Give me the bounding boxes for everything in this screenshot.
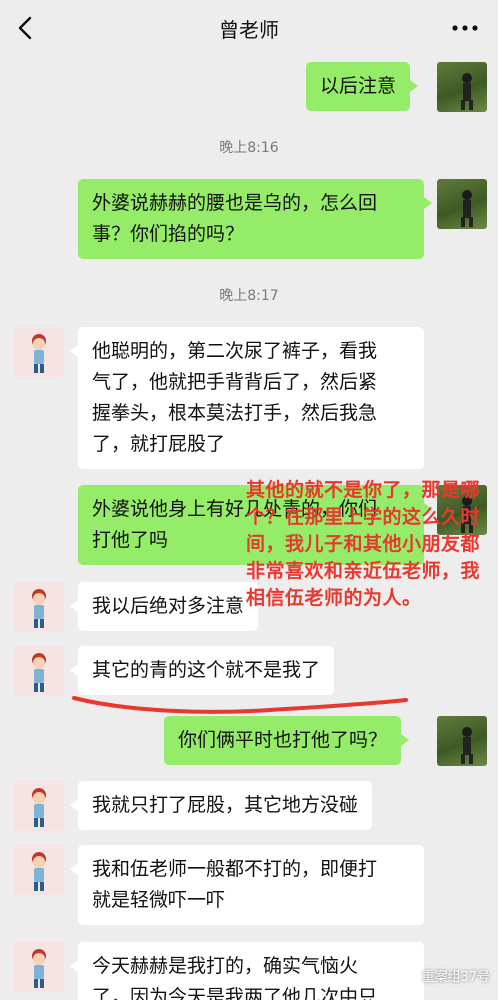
teacher-avatar[interactable] — [14, 327, 64, 377]
cartoon-girl-icon — [32, 653, 46, 692]
top-bar: 曾老师 — [0, 0, 498, 56]
timestamp: 晚上8:17 — [219, 288, 279, 304]
message-bubble-sent[interactable]: 以后注意 — [306, 62, 419, 111]
teacher-avatar[interactable] — [14, 942, 64, 992]
teacher-avatar[interactable] — [14, 582, 64, 632]
teacher-avatar[interactable] — [14, 781, 64, 831]
timestamp: 晚上8:16 — [219, 140, 279, 156]
red-annotation-text: 其他的就不是你了，那是哪个？在那里上学的这么久时间，我儿子和其他小朋友都非常喜欢… — [246, 479, 481, 609]
teacher-avatar[interactable] — [14, 646, 64, 696]
teacher-avatar[interactable] — [14, 845, 64, 895]
message-bubble-sent[interactable]: 外婆说赫赫的腰也是乌的，怎么回 事？你们掐的吗？ — [78, 179, 432, 259]
cartoon-girl-icon — [32, 852, 46, 891]
person-photo-icon — [461, 73, 473, 110]
message-bubble-received[interactable]: 我就只打了屁股，其它地方没碰 — [69, 781, 373, 830]
cartoon-girl-icon — [32, 589, 46, 628]
cartoon-girl-icon — [32, 949, 46, 988]
person-photo-icon — [461, 190, 473, 227]
message-bubble-sent[interactable]: 你们俩平时也打他了吗？ — [164, 716, 410, 765]
cartoon-girl-icon — [32, 334, 46, 373]
my-avatar[interactable] — [437, 179, 487, 229]
message-bubble-received[interactable]: 今天赫赫是我打的，确实气恼火 了，因为今天是我两了他几次中只 — [70, 942, 424, 1000]
message-bubble-received[interactable]: 我和伍老师一般都不打的，即便打 就是轻微吓一吓 — [70, 845, 424, 925]
person-photo-icon — [461, 727, 473, 764]
more-dots-icon[interactable] — [450, 14, 480, 42]
chat-title: 曾老师 — [219, 18, 279, 42]
message-bubble-received[interactable]: 他聪明的，第二次尿了裤子，看我 气了，他就把手背背后了，然后紧 握拳头，根本莫法… — [70, 327, 424, 469]
my-avatar[interactable] — [437, 716, 487, 766]
wechat-logo-icon — [400, 966, 419, 985]
message-bubble-received[interactable]: 其它的青的这个就不是我了 — [69, 646, 335, 695]
message-bubble-received[interactable]: 我以后绝对多注意 — [69, 582, 259, 631]
my-avatar[interactable] — [437, 62, 487, 112]
watermark: 重案组37号 — [400, 966, 490, 985]
watermark-text: 重案组37号 — [421, 970, 490, 985]
cartoon-girl-icon — [32, 788, 46, 827]
